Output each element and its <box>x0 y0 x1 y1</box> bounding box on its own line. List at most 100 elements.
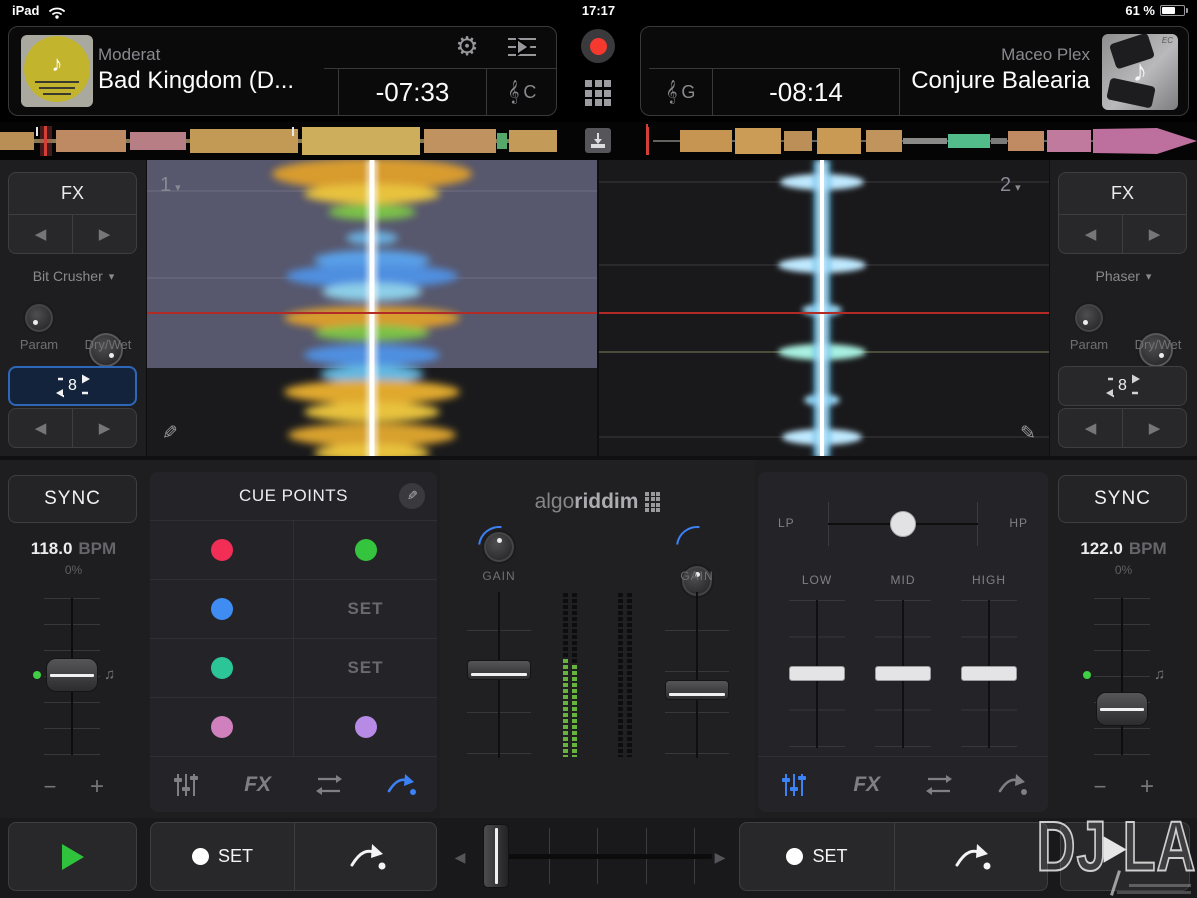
deck1-loop-button[interactable]: 8 <box>8 366 137 406</box>
eq-mid-fader[interactable] <box>875 666 931 681</box>
deck1-edit-pencil-icon[interactable]: ✎ <box>162 422 178 445</box>
tab-fx[interactable]: FX <box>839 765 895 805</box>
deck2-loop-halve-button[interactable]: ◀ <box>1059 409 1122 447</box>
deck1-param-knob[interactable] <box>23 302 55 334</box>
deck2-effect-select[interactable]: Phaser ▾ <box>1050 266 1197 286</box>
tab-fx[interactable]: FX <box>230 765 286 805</box>
download-icon[interactable] <box>585 128 611 153</box>
deck2-edit-pencil-icon[interactable]: ✎ <box>1020 422 1036 445</box>
library-grid-icon[interactable] <box>585 80 611 106</box>
deck1-sync-button[interactable]: SYNC <box>8 475 137 523</box>
deck2-time-remaining[interactable]: -08:14 <box>713 69 899 116</box>
deck1-fx-prev-button[interactable]: ◀ <box>9 215 72 253</box>
deck1-pitch-plus-button[interactable]: + <box>83 774 111 800</box>
deck1-gain-label: GAIN <box>470 568 528 584</box>
deck2-param-knob[interactable] <box>1073 302 1105 334</box>
deck2-jump-cue-button[interactable] <box>895 823 1048 890</box>
cue-point-3-button[interactable] <box>150 639 293 697</box>
deck1-volume-fader[interactable] <box>467 660 531 680</box>
deck2-pitch-plus-button[interactable]: + <box>1133 774 1161 800</box>
deck2-fx-prev-button[interactable]: ◀ <box>1059 215 1122 253</box>
cue-dot <box>211 539 233 561</box>
deck1-fx-button[interactable]: FX <box>9 173 136 214</box>
deck2-key-display[interactable]: 𝄞 G <box>649 69 712 116</box>
deck1-overview-waveform[interactable] <box>0 124 557 158</box>
tab-loop-icon[interactable] <box>911 765 967 805</box>
deck2-volume-track[interactable] <box>696 592 698 758</box>
deck2-play-button[interactable] <box>1060 822 1190 891</box>
deck2-keylock-note-icon[interactable]: ♫ <box>1154 666 1165 683</box>
cue-point-8-button[interactable] <box>294 698 437 756</box>
deck2-album-art[interactable]: ♪ EC <box>1102 34 1178 110</box>
deck1-effect-select[interactable]: Bit Crusher ▾ <box>0 266 147 286</box>
deck2-loop-beats: 8 <box>1113 377 1132 395</box>
tab-cue-icon[interactable] <box>984 765 1040 805</box>
record-button[interactable] <box>581 29 615 63</box>
djay-app: iPad 17:17 61 % ♪ Moderat Bad Kingdom (D… <box>0 0 1197 898</box>
tab-cue-icon[interactable] <box>373 765 429 805</box>
deck1-param-label: Param <box>7 336 71 352</box>
tab-eq-mixer-icon[interactable] <box>766 765 822 805</box>
deck2-volume-fader[interactable] <box>665 680 729 700</box>
deck2-pitch-minus-button[interactable]: − <box>1086 774 1114 800</box>
deck2-sync-button[interactable]: SYNC <box>1058 475 1187 523</box>
clock: 17:17 <box>0 3 1197 18</box>
deck2-fx-button[interactable]: FX <box>1059 173 1186 214</box>
deck1-bpm-display[interactable]: 118.0 BPM <box>0 538 147 560</box>
cue-edit-button[interactable]: ✎ <box>399 483 425 509</box>
deck2-overview-waveform[interactable] <box>645 124 1197 158</box>
deck2-loop-double-button[interactable]: ▶ <box>1123 409 1186 447</box>
deck1-pitch-slider-handle[interactable] <box>46 658 98 692</box>
deck1-play-button[interactable] <box>8 822 137 891</box>
deck2-fx-next-button[interactable]: ▶ <box>1123 215 1186 253</box>
cue-dot <box>211 657 233 679</box>
cue-point-7-set-button[interactable]: SET <box>294 639 437 697</box>
deck2-loop-button[interactable]: 8 <box>1058 366 1187 406</box>
crossfader-right-arrow[interactable]: ▶ <box>712 842 728 872</box>
eq-low-fader[interactable] <box>789 666 845 681</box>
cue-point-2-button[interactable] <box>150 580 293 638</box>
filter-knob[interactable] <box>890 511 916 537</box>
cue-point-5-button[interactable] <box>294 521 437 579</box>
tab-eq-mixer-icon[interactable] <box>158 765 214 805</box>
deck1-gain-knob[interactable] <box>482 530 516 564</box>
deck1-set-cue-button[interactable]: SET <box>151 823 294 890</box>
cue-point-6-set-button[interactable]: SET <box>294 580 437 638</box>
chevron-down-icon: ▾ <box>175 182 181 194</box>
tab-loop-icon[interactable] <box>301 765 357 805</box>
treble-clef-icon: 𝄞 <box>666 81 678 104</box>
crossfader-left-arrow[interactable]: ◀ <box>452 842 468 872</box>
settings-gear-icon[interactable]: ⚙ <box>450 30 484 62</box>
deck1-cue-group: SET <box>150 822 437 891</box>
deck1-jump-cue-button[interactable] <box>295 823 438 890</box>
crossfader-track[interactable] <box>508 854 712 859</box>
cue-points-title: CUE POINTS <box>150 472 437 520</box>
deck1-loop-halve-button[interactable]: ◀ <box>9 409 72 447</box>
deck1-time-remaining[interactable]: -07:33 <box>339 69 486 116</box>
deck2-info-panel[interactable]: 𝄞 G -08:14 Maceo Plex Conjure Balearia ♪… <box>640 26 1189 116</box>
deck2-waveform[interactable] <box>598 160 1050 458</box>
deck2-pitch-slider-handle[interactable] <box>1096 692 1148 726</box>
deck2-number-badge[interactable]: 2▾ <box>1000 174 1021 197</box>
crossfader-handle[interactable] <box>483 824 509 888</box>
automix-icon[interactable] <box>506 35 538 59</box>
eq-high-fader[interactable] <box>961 666 1017 681</box>
deck1-keylock-note-icon[interactable]: ♫ <box>104 666 115 683</box>
deck1-waveform[interactable] <box>147 160 598 458</box>
deck2-set-cue-button[interactable]: SET <box>740 823 894 890</box>
cue-point-4-button[interactable] <box>150 698 293 756</box>
deck1-pitch-minus-button[interactable]: − <box>36 774 64 800</box>
deck1-fx-next-button[interactable]: ▶ <box>73 215 136 253</box>
deck1-number-badge[interactable]: 1▾ <box>160 174 181 197</box>
deck1-loop-double-button[interactable]: ▶ <box>73 409 136 447</box>
deck1-key-display[interactable]: 𝄞 C <box>487 69 557 116</box>
deck2-pitch-track[interactable] <box>1121 598 1123 755</box>
cue-set-dot-icon <box>786 848 803 865</box>
cue-point-1-button[interactable] <box>150 521 293 579</box>
cue-dot <box>211 598 233 620</box>
deck2-vu-meter <box>618 593 632 757</box>
deck2-bpm-display[interactable]: 122.0 BPM <box>1050 538 1197 560</box>
deck1-pitch-percent: 0% <box>0 562 147 578</box>
deck1-album-art[interactable]: ♪ <box>21 35 93 107</box>
cue-dot <box>355 539 377 561</box>
